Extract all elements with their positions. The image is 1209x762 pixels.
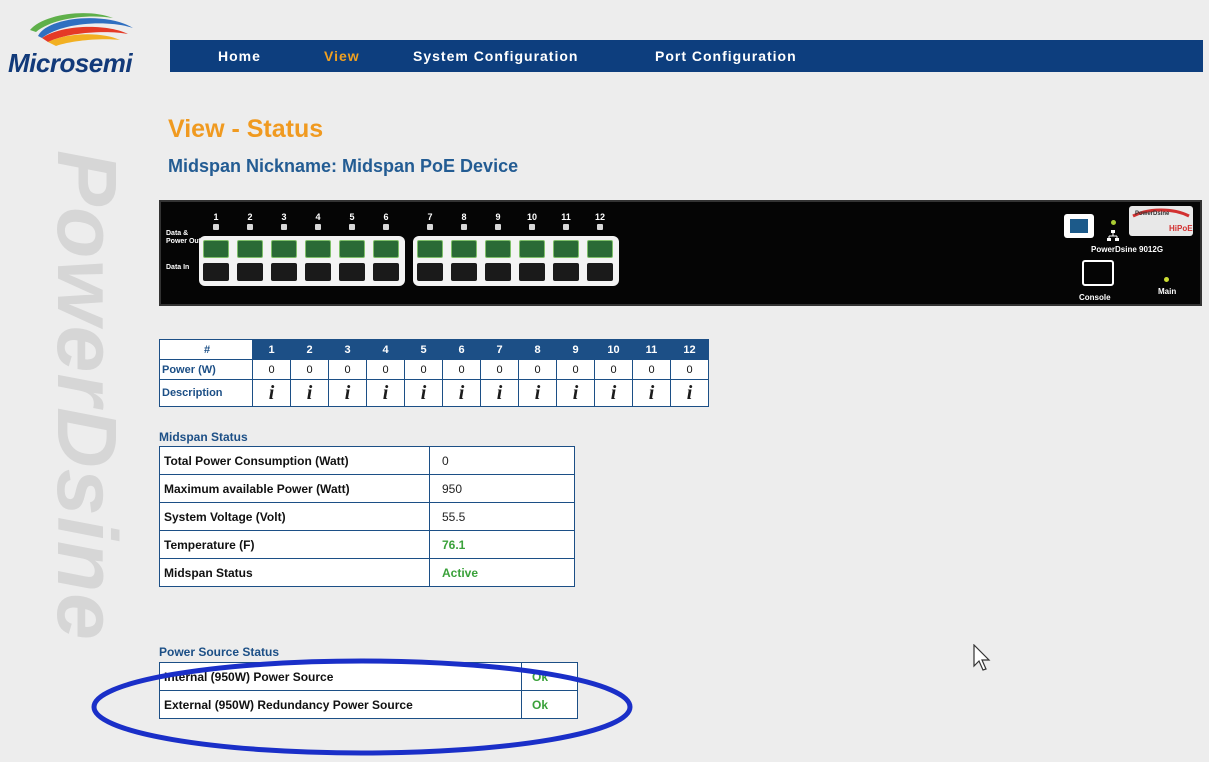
page: PowerDsine Microsemi Home View System Co… bbox=[0, 0, 1209, 762]
highlight-ellipse-annotation bbox=[91, 658, 633, 756]
mouse-cursor-icon bbox=[973, 644, 991, 671]
